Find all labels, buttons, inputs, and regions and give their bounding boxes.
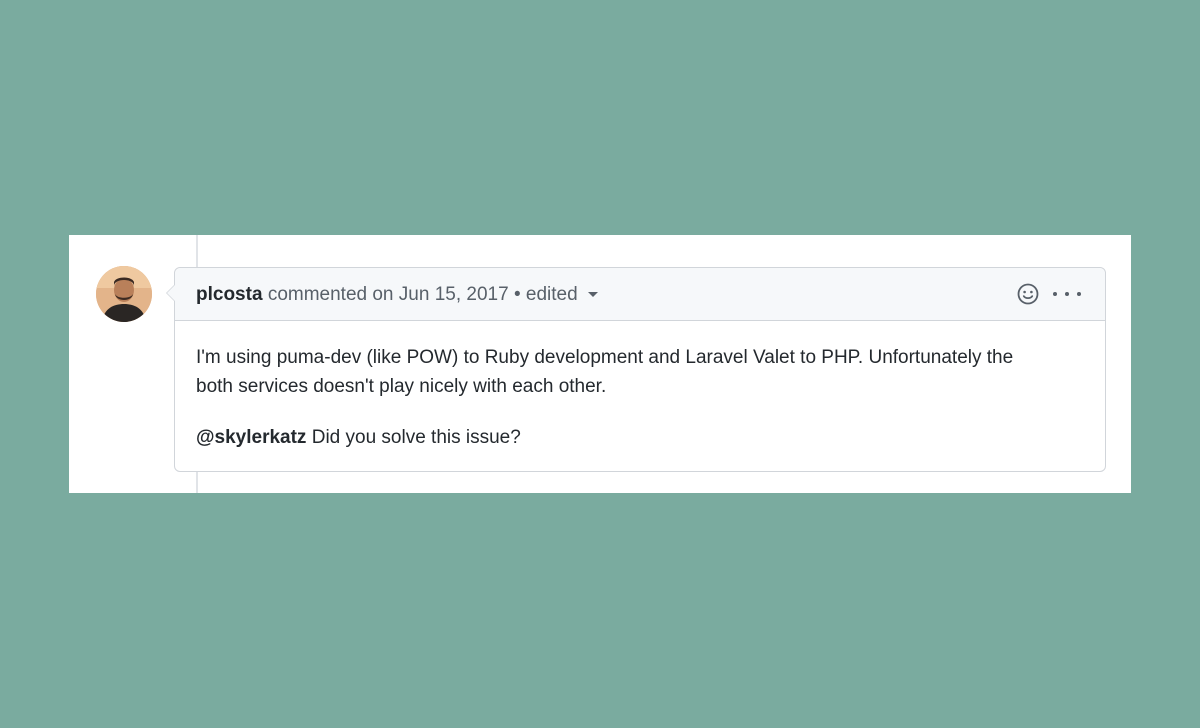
avatar-image [96,266,152,322]
comment-pointer-fill [167,285,175,301]
comment-date[interactable]: Jun 15, 2017 [399,284,509,305]
comment-body: I'm using puma-dev (like POW) to Ruby de… [196,343,1076,452]
meta-separator: • [513,284,521,305]
smiley-icon-graphic [1017,283,1039,305]
comment-paragraph: I'm using puma-dev (like POW) to Ruby de… [196,343,1076,401]
edited-label: edited [525,284,578,305]
comment-card: plcosta commented on Jun 15, 2017 • edit… [69,235,1131,493]
comment-box: plcosta commented on Jun 15, 2017 • edit… [166,267,1106,472]
smiley-icon[interactable] [1016,282,1040,306]
comment-header: plcosta commented on Jun 15, 2017 • edit… [175,268,1105,321]
comment-action: commented on [267,284,394,305]
comment-meta: plcosta commented on Jun 15, 2017 • edit… [196,283,598,307]
comment-text-line: both services doesn't play nicely with e… [196,376,607,397]
user-mention-link[interactable]: @skylerkatz [196,427,306,448]
edited-dropdown[interactable]: edited [526,284,598,305]
comment-text-line: I'm using puma-dev (like POW) to Ruby de… [196,347,1014,368]
kebab-horizontal-icon[interactable] [1053,282,1081,306]
author-link[interactable]: plcosta [196,284,263,305]
avatar[interactable] [96,266,152,322]
dot [1053,292,1057,296]
dot [1065,292,1069,296]
triangle-down-icon [587,292,598,298]
comment-paragraph: @skylerkatz Did you solve this issue? [196,423,1076,452]
dot [1077,292,1081,296]
comment-text: Did you solve this issue? [306,427,521,448]
